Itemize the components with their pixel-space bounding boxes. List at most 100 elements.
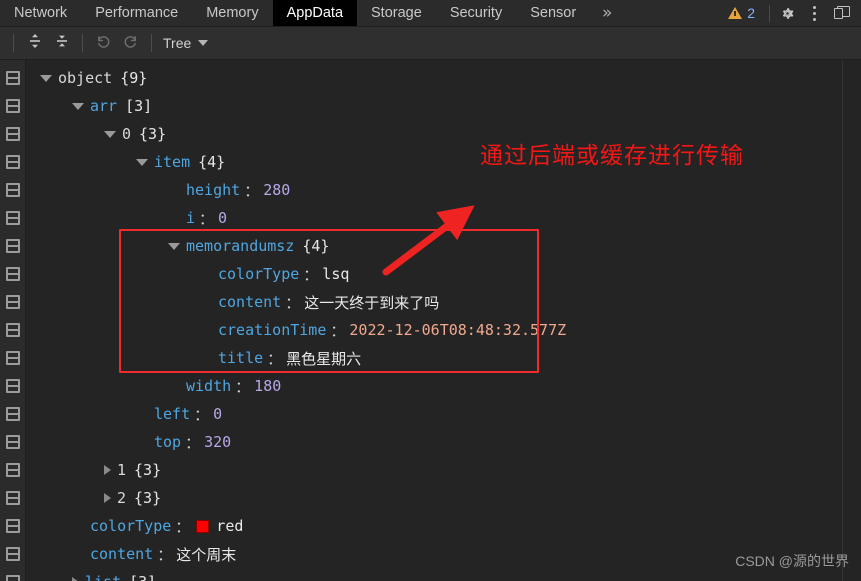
tree-node-key: item <box>154 153 191 171</box>
tab-overflow-button[interactable]: » <box>590 0 624 26</box>
tree-row[interactable]: object {9} <box>26 64 861 92</box>
tab-performance[interactable]: Performance <box>81 0 192 26</box>
tab-memory[interactable]: Memory <box>192 0 272 26</box>
tree-row[interactable]: colorType： lsq <box>26 260 861 288</box>
tree-body: object {9} arr [3] 0 {3} item {4} height： 280 i： 0 m… <box>0 60 861 581</box>
expand-all-button[interactable] <box>21 30 48 57</box>
toolbar-divider <box>13 34 14 52</box>
key-value-separator: ： <box>175 517 191 536</box>
tree-node-count: {4} <box>302 237 330 255</box>
tree-node-value: 0 <box>218 209 228 227</box>
key-value-separator: ： <box>244 181 260 200</box>
chevron-down-icon[interactable] <box>40 74 52 82</box>
key-value-separator: ： <box>330 321 346 340</box>
tab-appdata[interactable]: AppData <box>272 0 358 26</box>
tab-network[interactable]: Network <box>0 0 81 26</box>
chevron-right-icon[interactable] <box>104 465 111 475</box>
annotation-note: 通过后端或缓存进行传输 <box>480 143 744 169</box>
gutter-node-icon <box>6 183 20 197</box>
tree-node-value: 黑色星期六 <box>286 349 362 368</box>
tree-node-key: colorType <box>218 265 300 283</box>
chevron-right-icon[interactable] <box>72 577 79 581</box>
tree-node-key: height <box>186 181 241 199</box>
gutter-node-icon <box>6 211 20 225</box>
tree-node-key: memorandumsz <box>186 237 295 255</box>
tree-node-count: [3] <box>129 573 156 581</box>
tree-node-value: 2022-12-06T08:48:32.577Z <box>349 321 567 339</box>
tab-sensor[interactable]: Sensor <box>516 0 590 26</box>
tree-row[interactable]: height： 280 <box>26 176 861 204</box>
tree-node-key: top <box>154 433 182 451</box>
tree-row[interactable]: 2 {3} <box>26 484 861 512</box>
settings-button[interactable] <box>774 0 801 27</box>
chevron-down-icon <box>198 40 209 46</box>
tree-node-value: lsq <box>322 265 350 283</box>
key-value-separator: ： <box>285 293 301 312</box>
key-value-separator: ： <box>235 377 251 396</box>
tree-node-key: arr <box>90 97 118 115</box>
tree-node-value: 320 <box>204 433 232 451</box>
gutter-node-icon <box>6 463 20 477</box>
gutter-node-icon <box>6 379 20 393</box>
tree-row[interactable]: top： 320 <box>26 428 861 456</box>
color-swatch <box>196 519 210 533</box>
warning-triangle-icon <box>728 7 743 19</box>
undo-button[interactable] <box>90 30 117 57</box>
tree-row[interactable]: title：黑色星期六 <box>26 344 861 372</box>
tree-node-key: creationTime <box>218 321 327 339</box>
view-mode-dropdown[interactable]: Tree <box>163 35 209 51</box>
tree-row[interactable]: width： 180 <box>26 372 861 400</box>
collapse-all-button[interactable] <box>48 30 75 57</box>
tree-row[interactable]: arr [3] <box>26 92 861 120</box>
tab-storage[interactable]: Storage <box>357 0 436 26</box>
tree-node-key: content <box>90 545 154 563</box>
gutter-node-icon <box>6 491 20 505</box>
tree-row[interactable]: 1 {3} <box>26 456 861 484</box>
tree-row[interactable]: left： 0 <box>26 400 861 428</box>
tab-security[interactable]: Security <box>436 0 516 26</box>
chevron-down-icon[interactable] <box>72 102 84 110</box>
tree-row[interactable]: content：这一天终于到来了吗 <box>26 288 861 316</box>
tree-node-count: [3] <box>125 97 153 115</box>
chevron-down-icon[interactable] <box>104 130 116 138</box>
tree-node-key: i <box>186 209 196 227</box>
tree-node-key: 1 <box>117 461 127 479</box>
tree-node-key: object <box>58 69 113 87</box>
gutter-node-icon <box>6 575 20 581</box>
chevron-down-icon[interactable] <box>168 242 180 250</box>
dock-position-button[interactable] <box>828 0 855 27</box>
toolbar-divider <box>769 4 770 22</box>
chevron-right-icon[interactable] <box>104 493 111 503</box>
tree-row[interactable]: creationTime： 2022-12-06T08:48:32.577Z <box>26 316 861 344</box>
tree-node-key: content <box>218 293 282 311</box>
more-options-button[interactable] <box>801 0 828 27</box>
panel-tabbar: Network Performance Memory AppData Storage Se… <box>0 0 861 27</box>
tree-node-key: 2 <box>117 489 127 507</box>
watermark: CSDN @源的世界 <box>735 553 849 569</box>
tree-node-value: 这个周末 <box>176 545 237 564</box>
redo-button[interactable] <box>117 30 144 57</box>
warning-indicator[interactable]: 2 <box>718 5 765 21</box>
tree-row[interactable]: memorandumsz {4} <box>26 232 861 260</box>
view-mode-label: Tree <box>163 35 192 51</box>
tree-node-count: {3} <box>134 461 162 479</box>
key-value-separator: ： <box>303 265 319 284</box>
tree-row[interactable]: i： 0 <box>26 204 861 232</box>
gutter-node-icon <box>6 267 20 281</box>
gutter-node-icon <box>6 323 20 337</box>
tree-node-value: red <box>216 517 244 535</box>
undo-icon <box>95 33 112 54</box>
chevron-down-icon[interactable] <box>136 158 148 166</box>
tree-node-count: {4} <box>198 153 226 171</box>
tree-row[interactable]: colorType： red <box>26 512 861 540</box>
tree-toolbar: Tree <box>0 27 861 60</box>
gear-icon <box>780 6 795 21</box>
collapse-all-icon <box>54 33 70 53</box>
warning-count: 2 <box>747 5 755 21</box>
tree-node-key: colorType <box>90 517 172 535</box>
tree-node-key: left <box>154 405 191 423</box>
tree-node-value: 0 <box>213 405 223 423</box>
key-value-separator: ： <box>199 209 215 228</box>
dock-panel-icon <box>833 6 850 20</box>
gutter-node-icon <box>6 519 20 533</box>
